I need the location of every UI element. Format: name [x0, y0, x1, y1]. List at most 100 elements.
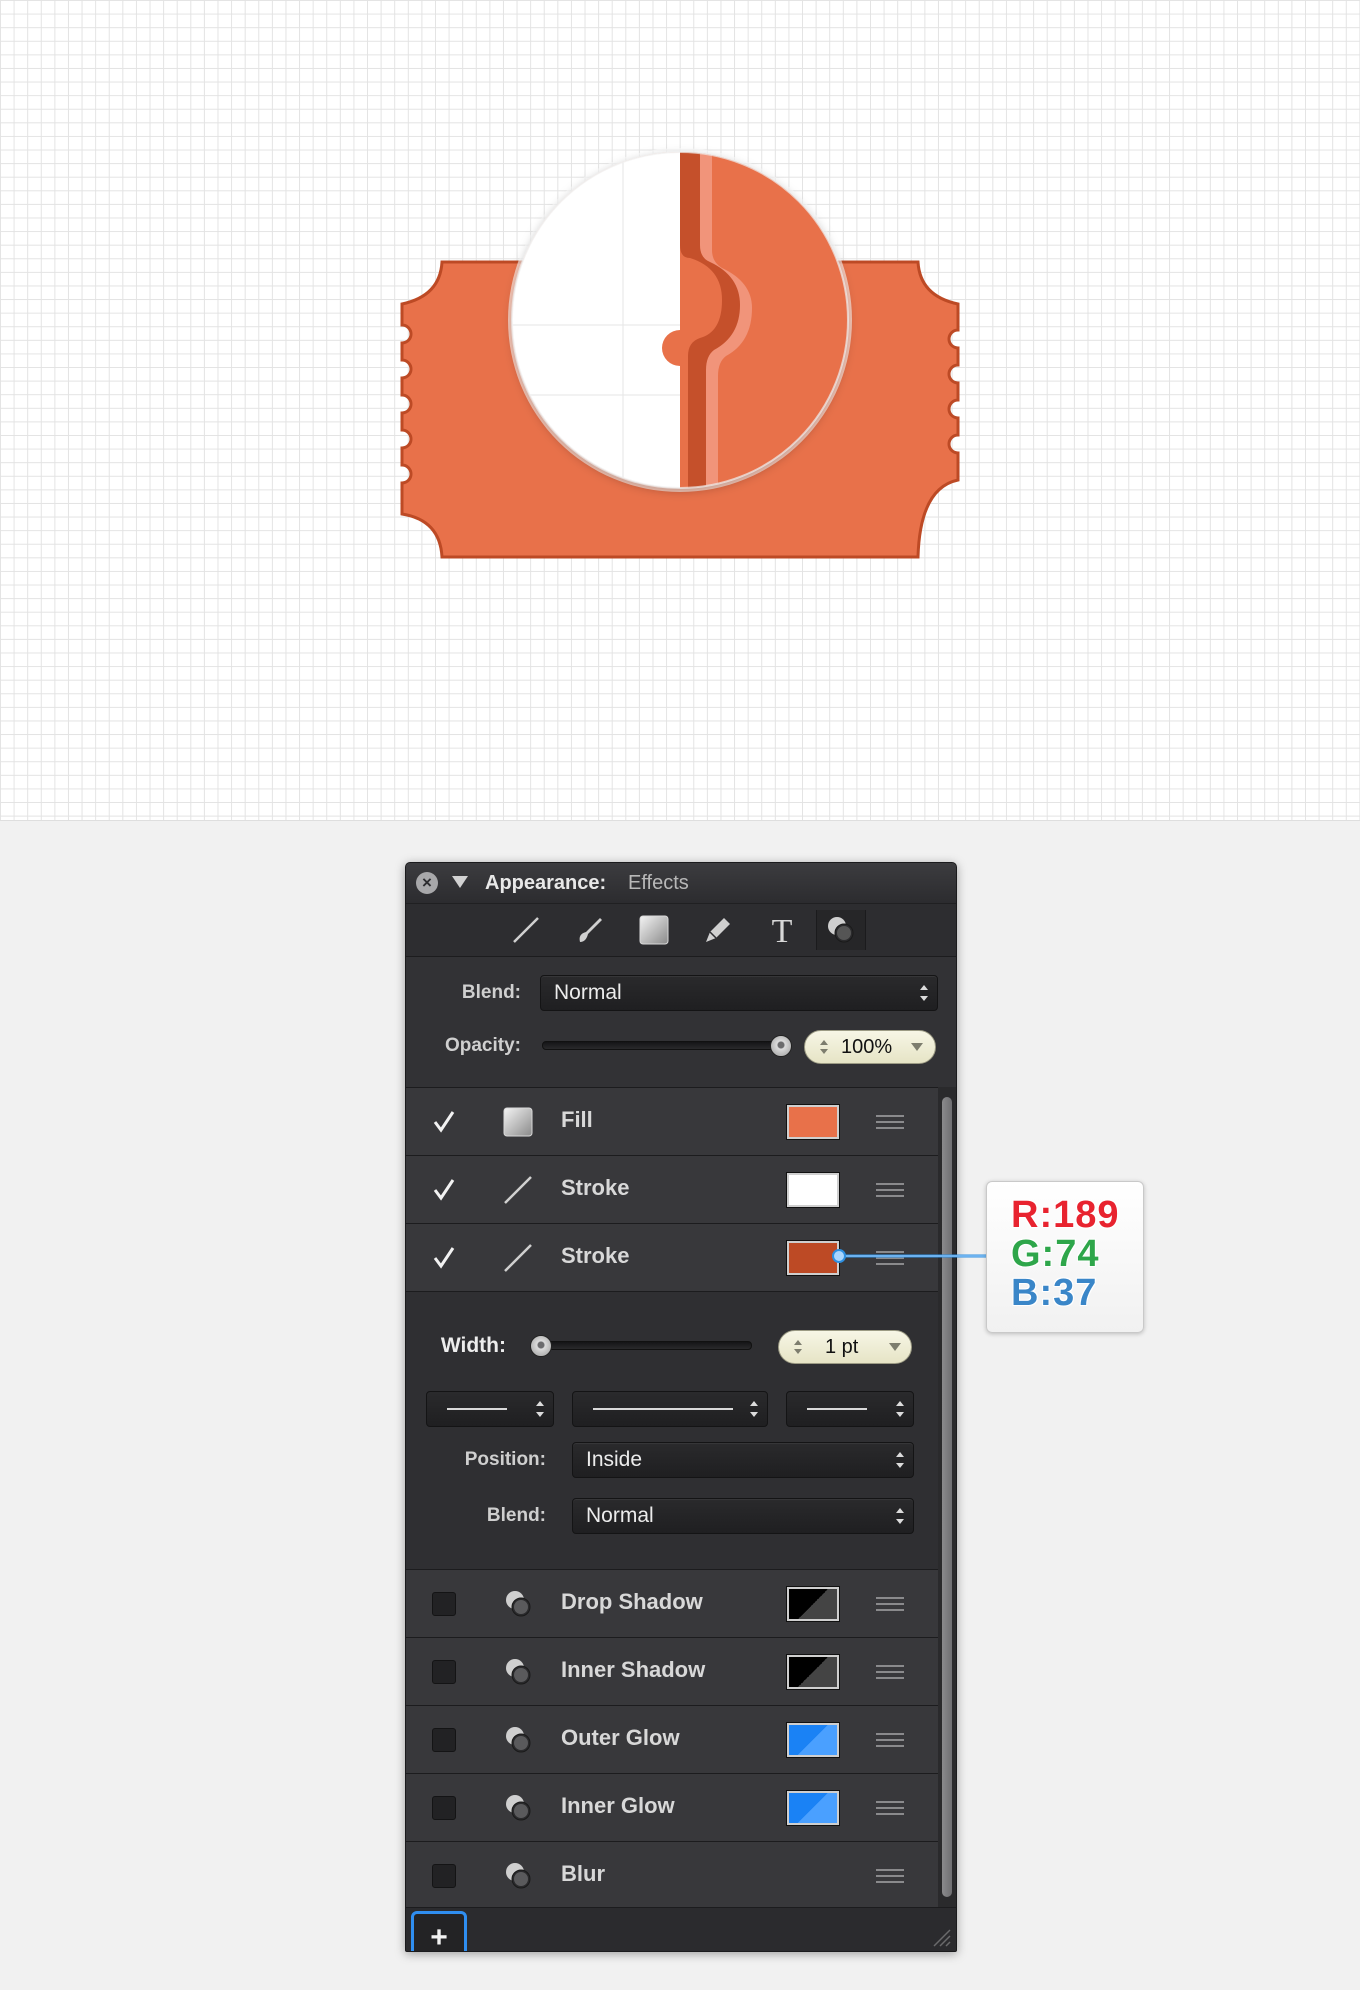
stepper-arrows-icon: [794, 1340, 802, 1354]
shadow-icon: [506, 1795, 531, 1821]
scrollbar-thumb[interactable]: [942, 1097, 952, 1897]
effect-label: Inner Shadow: [561, 1657, 706, 1682]
stroke-icon: [504, 1244, 532, 1272]
close-icon[interactable]: ×: [416, 872, 438, 894]
width-value: 1 pt: [825, 1336, 859, 1358]
effect-checkbox[interactable]: [432, 1796, 456, 1820]
effect-color-swatch[interactable]: [786, 1654, 840, 1690]
stroke-tool-icon[interactable]: [502, 910, 550, 950]
stroke-settings: Width: 1 pt Position: Inside Blend: Norm…: [406, 1292, 938, 1569]
stroke-color-swatch[interactable]: [786, 1172, 840, 1208]
effect-checkbox[interactable]: [432, 1660, 456, 1684]
effect-row-inner-shadow[interactable]: Inner Shadow: [406, 1638, 938, 1705]
drag-handle-icon[interactable]: [876, 1251, 904, 1265]
width-slider-knob[interactable]: [530, 1335, 552, 1357]
popup-arrows-icon: [896, 1452, 904, 1468]
width-stepper[interactable]: 1 pt: [778, 1330, 912, 1364]
opacity-slider-knob[interactable]: [770, 1035, 792, 1057]
drag-handle-icon[interactable]: [876, 1733, 904, 1747]
stepper-arrows-icon: [820, 1040, 828, 1054]
width-label: Width:: [440, 1334, 506, 1357]
popup-arrows-icon: [536, 1401, 544, 1417]
stroke-label: Stroke: [561, 1243, 630, 1268]
panel-footer: +: [406, 1907, 956, 1951]
position-label: Position:: [464, 1449, 546, 1470]
opacity-label: Opacity:: [444, 1035, 521, 1056]
rgb-callout: R:189 G:74 B:37: [986, 1181, 1144, 1333]
stroke-label: Stroke: [561, 1175, 630, 1200]
effect-row-drop-shadow[interactable]: Drop Shadow: [406, 1570, 938, 1637]
shadow-icon: [506, 1659, 531, 1685]
fill-checkbox[interactable]: [432, 1110, 456, 1134]
width-slider-track[interactable]: [536, 1341, 752, 1350]
shadow-icon: [506, 1727, 531, 1753]
effect-label: Outer Glow: [561, 1725, 680, 1750]
effect-row-outer-glow[interactable]: Outer Glow: [406, 1706, 938, 1773]
shadow-icon: [506, 1591, 531, 1617]
stroke-row-selected[interactable]: Stroke: [406, 1224, 938, 1291]
drag-handle-icon[interactable]: [876, 1115, 904, 1129]
effect-row-inner-glow[interactable]: Inner Glow: [406, 1774, 938, 1841]
blend-label: Blend:: [461, 982, 521, 1003]
fill-icon: [503, 1107, 533, 1137]
dash-pattern-popup[interactable]: [572, 1391, 768, 1427]
effect-checkbox[interactable]: [432, 1864, 456, 1888]
opacity-stepper[interactable]: 100%: [804, 1030, 936, 1064]
drag-handle-icon[interactable]: [876, 1183, 904, 1197]
line-join-popup[interactable]: [786, 1391, 914, 1427]
panel-subtitle[interactable]: Effects: [628, 872, 689, 895]
red-value: R:189: [1011, 1194, 1120, 1236]
position-value: Inside: [586, 1448, 643, 1471]
effect-color-swatch[interactable]: [786, 1722, 840, 1758]
drag-handle-icon[interactable]: [876, 1597, 904, 1611]
stroke-blend-value: Normal: [586, 1504, 654, 1527]
blend-popup[interactable]: Normal: [540, 975, 938, 1011]
disclosure-triangle-icon[interactable]: [452, 876, 468, 888]
chevron-down-icon[interactable]: [889, 1343, 901, 1351]
effect-row-blur[interactable]: Blur: [406, 1842, 938, 1909]
effects-tool-icon[interactable]: [816, 910, 866, 950]
effect-label: Blur: [561, 1861, 605, 1886]
drawing-canvas[interactable]: [0, 0, 1360, 821]
chevron-down-icon[interactable]: [911, 1043, 923, 1051]
pen-tool-icon[interactable]: [694, 910, 742, 950]
add-effect-button[interactable]: +: [411, 1911, 467, 1951]
effect-checkbox[interactable]: [432, 1728, 456, 1752]
stroke-checkbox[interactable]: [432, 1178, 456, 1202]
appearance-panel: × Appearance: Effects T Blend: Normal Op…: [405, 862, 957, 1952]
shadow-icon: [506, 1863, 531, 1889]
panel-scrollbar[interactable]: [938, 1087, 956, 1907]
popup-arrows-icon: [896, 1508, 904, 1524]
drag-handle-icon[interactable]: [876, 1869, 904, 1883]
fill-color-swatch[interactable]: [786, 1104, 840, 1140]
resize-grip-icon[interactable]: [930, 1926, 952, 1948]
stroke-blend-label: Blend:: [486, 1505, 546, 1526]
text-tool-icon[interactable]: T: [758, 910, 806, 950]
stroke-color-swatch[interactable]: [786, 1240, 840, 1276]
popup-arrows-icon: [750, 1401, 758, 1417]
stroke-row[interactable]: Stroke: [406, 1156, 938, 1223]
effect-label: Inner Glow: [561, 1793, 675, 1818]
effect-checkbox[interactable]: [432, 1592, 456, 1616]
position-popup[interactable]: Inside: [572, 1442, 914, 1478]
stroke-blend-popup[interactable]: Normal: [572, 1498, 914, 1534]
popup-arrows-icon: [896, 1401, 904, 1417]
line-cap-popup[interactable]: [426, 1391, 554, 1427]
stroke-icon: [504, 1176, 532, 1204]
drag-handle-icon[interactable]: [876, 1665, 904, 1679]
blue-value: B:37: [1011, 1272, 1098, 1314]
svg-text:T: T: [772, 914, 793, 946]
green-value: G:74: [1011, 1233, 1100, 1275]
fill-tool-icon[interactable]: [630, 910, 678, 950]
fill-row[interactable]: Fill: [406, 1088, 938, 1155]
stroke-checkbox[interactable]: [432, 1246, 456, 1270]
brush-tool-icon[interactable]: [566, 910, 614, 950]
opacity-slider-track[interactable]: [542, 1041, 788, 1050]
drag-handle-icon[interactable]: [876, 1801, 904, 1815]
panel-titlebar[interactable]: × Appearance: Effects: [406, 863, 956, 904]
ticket-artwork[interactable]: [0, 0, 1360, 820]
effect-color-swatch[interactable]: [786, 1790, 840, 1826]
panel-title: Appearance:: [485, 872, 607, 894]
effect-color-swatch[interactable]: [786, 1586, 840, 1622]
popup-arrows-icon: [920, 985, 928, 1001]
